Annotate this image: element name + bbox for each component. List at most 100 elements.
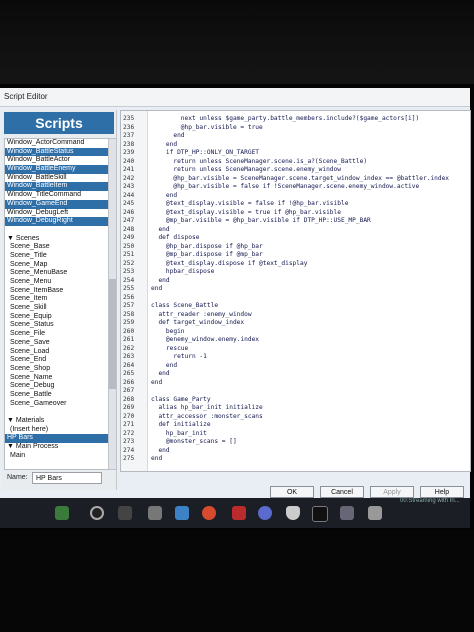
store-icon[interactable]	[148, 506, 162, 520]
code-line[interactable]: @hp_bar.visible = false if !SceneManager…	[151, 183, 419, 190]
code-line[interactable]: end	[151, 447, 169, 454]
script-list-item[interactable]: Window_GameEnd	[5, 199, 109, 209]
code-line[interactable]: @text_display.visible = false if !@hp_ba…	[151, 200, 349, 207]
code-line[interactable]: @monster_scans = []	[151, 438, 237, 445]
script-list-item[interactable]: ▼ Main Process	[5, 443, 109, 452]
script-list-item[interactable]: Scene_File	[5, 330, 109, 339]
script-list-item[interactable]: Window_BattleEnemy	[5, 165, 109, 174]
code-line[interactable]: @hp_bar.dispose if @hp_bar	[151, 243, 263, 250]
script-list-item[interactable]: HP Bars	[5, 434, 109, 444]
code-line[interactable]: class Scene_Battle	[151, 302, 218, 309]
search-icon[interactable]	[90, 506, 104, 520]
obs-icon[interactable]	[312, 506, 328, 522]
code-line[interactable]: @mp_bar.visible = @hp_bar.visible if DTP…	[151, 217, 371, 224]
code-line[interactable]: class Game_Party	[151, 396, 211, 403]
code-line[interactable]: def dispose	[151, 234, 199, 241]
code-line[interactable]: end	[151, 192, 177, 199]
code-line[interactable]: end	[151, 226, 169, 233]
line-number: 275	[123, 455, 135, 462]
script-list-item[interactable]: Scene_End	[5, 356, 109, 365]
script-list-item[interactable]: ▼ Scenes	[5, 235, 109, 244]
script-list-item[interactable]: Window_BattleSkill	[5, 174, 109, 183]
code-line[interactable]: @hp_bar.visible = SceneManager.scene.tar…	[151, 175, 449, 182]
script-list-item[interactable]: Scene_Base	[5, 243, 109, 252]
script-list-item[interactable]: Scene_Name	[5, 374, 109, 383]
code-line[interactable]: hpbar_dispose	[151, 268, 214, 275]
code-line[interactable]: return unless SceneManager.scene.enemy_w…	[151, 166, 341, 173]
code-line[interactable]: @enemy_window.enemy.index	[151, 336, 259, 343]
script-list-item[interactable]: Scene_Status	[5, 321, 109, 330]
script-list-item[interactable]: Window_BattleStatus	[5, 147, 109, 157]
chrome-icon[interactable]	[202, 506, 216, 520]
code-line[interactable]: alias hp_bar_init initialize	[151, 404, 262, 411]
code-line[interactable]: end	[151, 132, 184, 139]
code-line[interactable]: @text_display.visible = true if @hp_bar.…	[151, 209, 341, 216]
script-list-item[interactable]: Scene_Title	[5, 252, 109, 261]
apply-button[interactable]: Apply	[370, 486, 414, 498]
code-line[interactable]: if DTP_HP::ONLY_ON_TARGET	[151, 149, 259, 156]
code-line[interactable]: end	[151, 285, 162, 292]
script-list-item[interactable]: Scene_Equip	[5, 313, 109, 322]
script-list-item[interactable]: Scene_Menu	[5, 278, 109, 287]
code-line[interactable]: @text_display.dispose if @text_display	[151, 260, 308, 267]
script-list-item[interactable]	[5, 408, 109, 417]
code-line[interactable]: return -1	[151, 353, 207, 360]
script-list-item[interactable]: Scene_ItemBase	[5, 287, 109, 296]
app-icon[interactable]	[340, 506, 354, 520]
script-list[interactable]: Window_ActorCommand Window_BattleStatus Wi…	[4, 138, 110, 470]
script-list-item[interactable]: Window_ActorCommand	[5, 139, 109, 148]
script-list-item[interactable]: Scene_Battle	[5, 391, 109, 400]
script-list-item[interactable]: Scene_Load	[5, 348, 109, 357]
discord-icon[interactable]	[258, 506, 272, 520]
task-view-icon[interactable]	[118, 506, 132, 520]
script-list-item[interactable]: Main	[5, 452, 109, 461]
code-line[interactable]: begin	[151, 328, 185, 335]
code-line[interactable]: end	[151, 379, 162, 386]
code-line[interactable]: end	[151, 455, 162, 462]
code-editor[interactable]: 235 236 237 238 239 240 241 242 243 244 245 246 247 2…	[120, 110, 471, 472]
script-list-item[interactable]: Scene_Save	[5, 339, 109, 348]
script-list-item[interactable]: Scene_Map	[5, 261, 109, 270]
line-number: 260	[123, 327, 135, 335]
code-line[interactable]: def initialize	[151, 421, 210, 428]
code-line[interactable]: @mp_bar.dispose if @mp_bar	[151, 251, 263, 258]
script-list-item[interactable]: Scene_Item	[5, 295, 109, 304]
script-list-item[interactable]: Window_BattleItem	[5, 182, 109, 192]
folder-icon[interactable]	[175, 506, 189, 520]
script-list-item[interactable]	[5, 226, 109, 235]
script-list-item[interactable]: Scene_Gameover	[5, 400, 109, 409]
script-list-item[interactable]: Window_DebugRight	[5, 217, 109, 226]
line-number: 264	[123, 361, 135, 369]
script-list-item[interactable]: Window_DebugLeft	[5, 209, 109, 218]
script-list-item[interactable]: Scene_MenuBase	[5, 269, 109, 278]
code-line[interactable]: attr_accessor :monster_scans	[151, 413, 262, 420]
rpgmaker-icon[interactable]	[232, 506, 246, 520]
weather-icon[interactable]	[55, 506, 69, 520]
shield-icon[interactable]	[286, 506, 300, 520]
code-line[interactable]: attr_reader :enemy_window	[151, 311, 251, 318]
name-input[interactable]: HP Bars	[32, 472, 102, 484]
code-line[interactable]: next unless $game_party.battle_members.i…	[151, 115, 419, 122]
script-list-item[interactable]: Window_BattleActor	[5, 156, 109, 165]
code-line[interactable]: hp_bar_init	[151, 430, 207, 437]
script-list-item[interactable]: ▼ Materials	[5, 417, 109, 426]
code-line[interactable]: end	[151, 362, 177, 369]
script-list-item[interactable]: Scene_Debug	[5, 382, 109, 391]
recycle-icon[interactable]	[368, 506, 382, 520]
code-line[interactable]: end	[151, 277, 169, 284]
script-list-item[interactable]: (Insert here)	[5, 426, 109, 435]
code-line[interactable]: return unless SceneManager.scene.is_a?(S…	[151, 158, 367, 165]
code-line[interactable]: end	[151, 141, 177, 148]
script-list-item[interactable]: Scene_Skill	[5, 304, 109, 313]
cancel-button[interactable]: Cancel	[320, 486, 364, 498]
scrollbar-thumb[interactable]	[109, 279, 116, 389]
script-list-item[interactable]: Window_TitleCommand	[5, 191, 109, 200]
ok-button[interactable]: OK	[270, 486, 314, 498]
code-line[interactable]: @hp_bar.visible = true	[151, 124, 263, 131]
code-line[interactable]: end	[151, 370, 169, 377]
script-list-item[interactable]: Scene_Shop	[5, 365, 109, 374]
script-list-scrollbar[interactable]	[108, 138, 117, 470]
code-line[interactable]: def target_window_index	[151, 319, 244, 326]
help-button[interactable]: Help	[420, 486, 464, 498]
code-line[interactable]: rescue	[151, 345, 188, 352]
